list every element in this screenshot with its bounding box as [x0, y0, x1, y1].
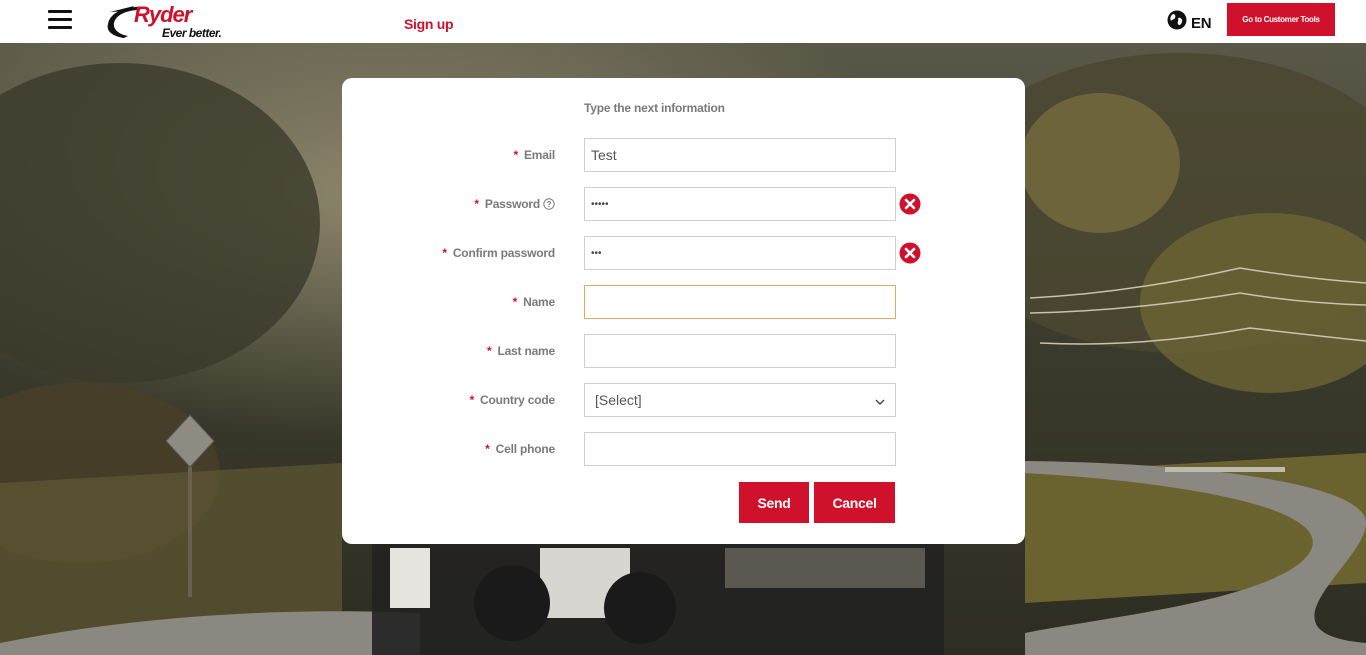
- cell-phone-field[interactable]: [584, 432, 896, 466]
- required-marker: *: [474, 197, 479, 211]
- cancel-button[interactable]: Cancel: [814, 482, 895, 523]
- signup-heading: Sign up: [404, 16, 454, 32]
- menu-icon[interactable]: [48, 10, 72, 30]
- name-row: * Name: [342, 285, 1025, 319]
- error-icon: [899, 242, 921, 264]
- last-name-label: * Last name: [486, 344, 555, 358]
- last-name-row: * Last name: [342, 334, 1025, 368]
- country-code-row: * Country code [Select]: [342, 383, 1025, 417]
- required-marker: *: [513, 148, 518, 162]
- country-code-value: [Select]: [595, 392, 642, 408]
- password-label: * Password ?: [474, 197, 555, 211]
- svg-text:?: ?: [547, 200, 552, 209]
- chevron-down-icon: [875, 392, 885, 408]
- svg-text:Ryder: Ryder: [134, 2, 194, 27]
- error-icon: [899, 193, 921, 215]
- help-circle-icon[interactable]: ?: [543, 198, 555, 210]
- required-marker: *: [486, 344, 492, 358]
- required-marker: *: [442, 246, 447, 260]
- customer-tools-button[interactable]: Go to Customer Tools: [1227, 3, 1335, 36]
- svg-text:Ever better.: Ever better.: [162, 26, 222, 40]
- name-label: * Name: [512, 295, 556, 309]
- form-title: Type the next information: [584, 101, 725, 115]
- email-label: * Email: [513, 148, 555, 162]
- signup-form: Type the next information * Email Test *…: [342, 78, 1025, 544]
- country-code-select[interactable]: [Select]: [584, 383, 896, 417]
- language-label: EN: [1191, 15, 1212, 32]
- email-row: * Email Test: [342, 138, 1025, 172]
- confirm-password-row: * Confirm password •••: [342, 236, 1025, 270]
- top-header: Ryder Ever better. Sign up EN Go to Cust…: [0, 0, 1366, 43]
- email-field[interactable]: Test: [584, 138, 896, 172]
- name-field[interactable]: [584, 285, 896, 319]
- required-marker: *: [469, 393, 475, 407]
- confirm-password-label: * Confirm password: [442, 246, 555, 260]
- cell-phone-label: * Cell phone: [485, 442, 555, 456]
- cell-phone-row: * Cell phone: [342, 432, 1025, 466]
- last-name-field[interactable]: [584, 334, 896, 368]
- globe-icon: [1167, 10, 1187, 35]
- required-marker: *: [485, 442, 490, 456]
- ryder-logo[interactable]: Ryder Ever better.: [104, 2, 238, 40]
- password-row: * Password ? •••••: [342, 187, 1025, 221]
- confirm-password-field[interactable]: •••: [584, 236, 896, 270]
- language-selector[interactable]: EN: [1167, 10, 1212, 35]
- country-code-label: * Country code: [469, 393, 556, 407]
- required-marker: *: [512, 295, 518, 309]
- password-field[interactable]: •••••: [584, 187, 896, 221]
- send-button[interactable]: Send: [739, 482, 809, 523]
